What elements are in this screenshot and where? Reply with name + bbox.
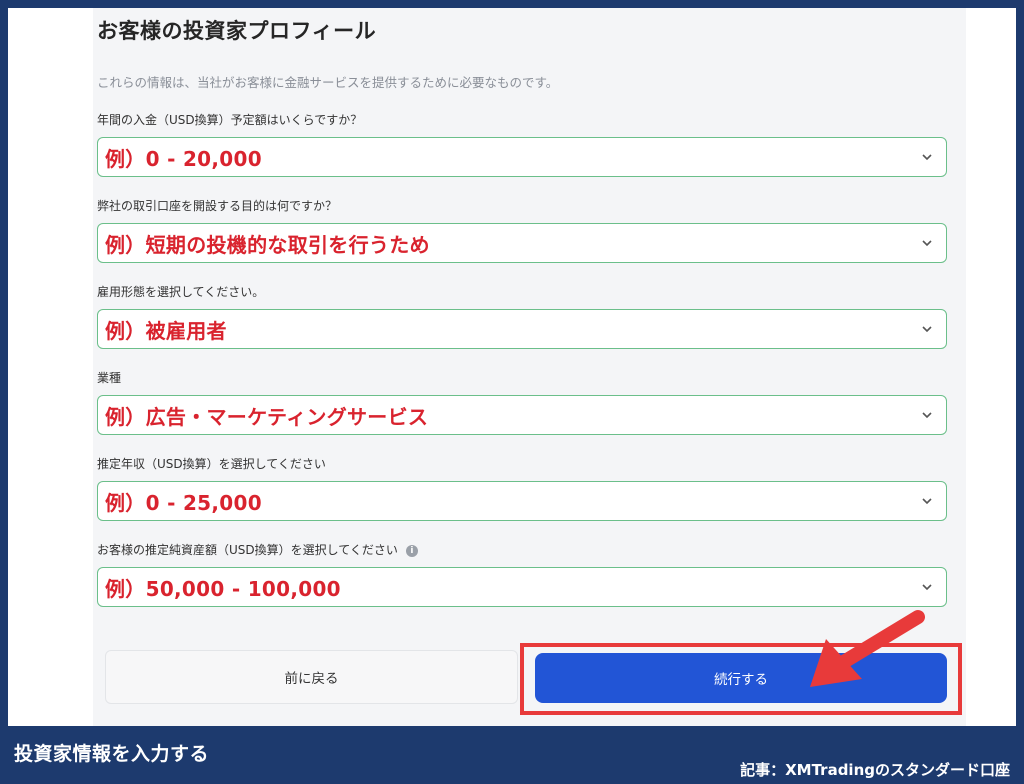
- field-label: 弊社の取引口座を開設する目的は何ですか？: [97, 199, 338, 213]
- field-label: 雇用形態を選択してください。: [97, 285, 265, 299]
- employment-status-select[interactable]: 例）被雇用者: [97, 309, 947, 349]
- field-label: お客様の推定純資産額（USD換算）を選択してください i: [97, 541, 947, 559]
- field-label: 業種: [97, 371, 122, 385]
- annual-income-select[interactable]: 例）0 - 25,000: [97, 481, 947, 521]
- field-employment-status: 雇用形態を選択してください。 例）被雇用者: [97, 283, 947, 349]
- chevron-down-icon: [922, 498, 932, 505]
- net-worth-select[interactable]: 例）50,000 - 100,000: [97, 567, 947, 607]
- field-annual-income: 推定年収（USD換算）を選択してください 例）0 - 25,000: [97, 455, 947, 521]
- select-value: 例）50,000 - 100,000: [105, 576, 341, 601]
- pointer-arrow-icon: [810, 610, 925, 687]
- select-value: 例）0 - 25,000: [105, 490, 262, 515]
- chevron-down-icon: [922, 412, 932, 419]
- annual-deposit-select[interactable]: 例）0 - 20,000: [97, 137, 947, 177]
- account-purpose-select[interactable]: 例）短期の投機的な取引を行うため: [97, 223, 947, 263]
- field-label: 年間の入金（USD換算）予定額はいくらですか？: [97, 113, 363, 127]
- select-value: 例）広告・マーケティングサービス: [105, 404, 429, 429]
- field-industry: 業種 例）広告・マーケティングサービス: [97, 369, 947, 435]
- form-description: これらの情報は、当社がお客様に金融サービスを提供するために必要なものです。: [97, 75, 559, 90]
- field-account-purpose: 弊社の取引口座を開設する目的は何ですか？ 例）短期の投機的な取引を行うため: [97, 197, 947, 263]
- chevron-down-icon: [922, 240, 932, 247]
- chevron-down-icon: [922, 154, 932, 161]
- field-label-text: お客様の推定純資産額（USD換算）を選択してください: [97, 543, 398, 557]
- field-annual-deposit: 年間の入金（USD換算）予定額はいくらですか？ 例）0 - 20,000: [97, 111, 947, 177]
- field-net-worth: お客様の推定純資産額（USD換算）を選択してください i 例）50,000 - 1…: [97, 541, 947, 607]
- industry-select[interactable]: 例）広告・マーケティングサービス: [97, 395, 947, 435]
- info-icon[interactable]: i: [405, 544, 418, 557]
- footer-article-title: 記事：XMTradingのスタンダード口座: [740, 761, 1010, 779]
- chevron-down-icon: [922, 326, 932, 333]
- chevron-down-icon: [922, 584, 932, 591]
- field-label: 推定年収（USD換算）を選択してください: [97, 457, 326, 471]
- investor-profile-form: お客様の投資家プロフィール これらの情報は、当社がお客様に金融サービスを提供する…: [97, 14, 947, 607]
- select-value: 例）0 - 20,000: [105, 146, 262, 171]
- select-value: 例）被雇用者: [105, 318, 227, 343]
- page-title: お客様の投資家プロフィール: [97, 19, 377, 43]
- back-button[interactable]: 前に戻る: [105, 650, 518, 704]
- select-value: 例）短期の投機的な取引を行うため: [105, 232, 430, 257]
- footer-caption: 投資家情報を入力する: [14, 743, 210, 765]
